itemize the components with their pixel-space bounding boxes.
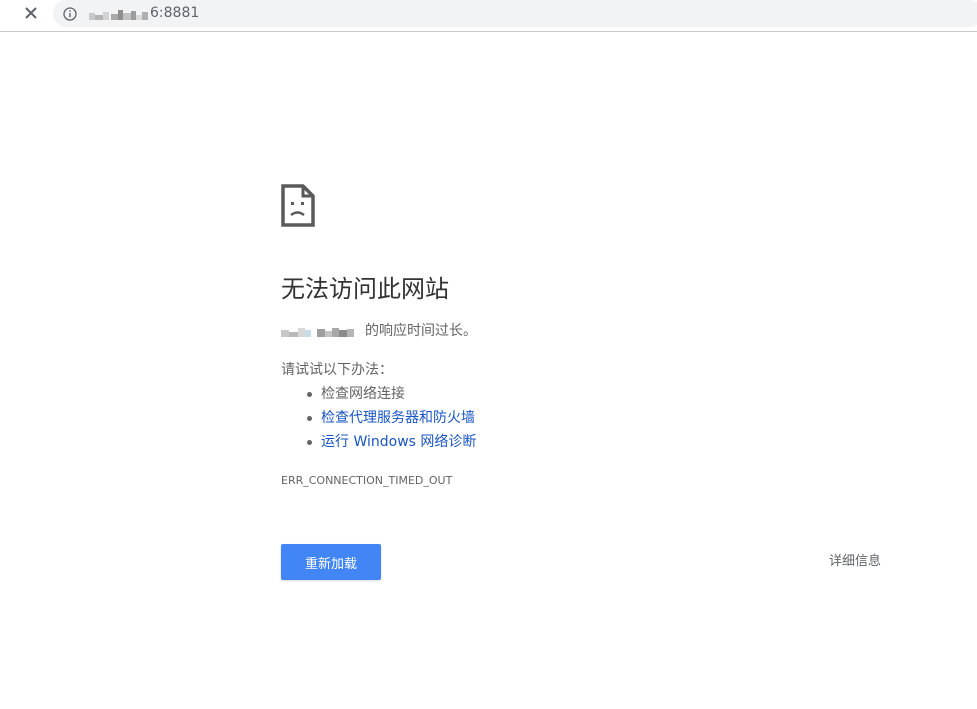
error-description-text: 的响应时间过长。 [365,323,477,339]
url-text: 6:8881 [150,5,200,21]
details-button[interactable]: 详细信息 [829,554,881,570]
info-icon[interactable] [63,6,77,21]
address-bar[interactable]: 6:8881 [53,0,977,27]
suggestion-run-diagnostics-link[interactable]: 运行 Windows 网络诊断 [306,430,476,454]
error-description: 的响应时间过长。 [281,321,477,341]
url-redacted-block [89,7,151,20]
suggestions-list: 检查网络连接 检查代理服务器和防火墙 运行 Windows 网络诊断 [281,382,476,454]
page-title: 无法访问此网站 [281,275,449,303]
suggestion-check-connection: 检查网络连接 [306,382,476,406]
browser-toolbar: › 6:8881 [0,0,977,32]
suggestion-check-proxy-link[interactable]: 检查代理服务器和防火墙 [306,406,476,430]
error-code: ERR_CONNECTION_TIMED_OUT [281,474,453,487]
arrow-forward-icon[interactable]: › [0,4,8,24]
reload-button[interactable]: 重新加载 [281,544,381,580]
host-redacted-block [281,325,361,337]
sad-document-icon [281,184,315,227]
suggestions-intro: 请试试以下办法： [281,362,393,378]
close-icon[interactable] [22,4,40,22]
